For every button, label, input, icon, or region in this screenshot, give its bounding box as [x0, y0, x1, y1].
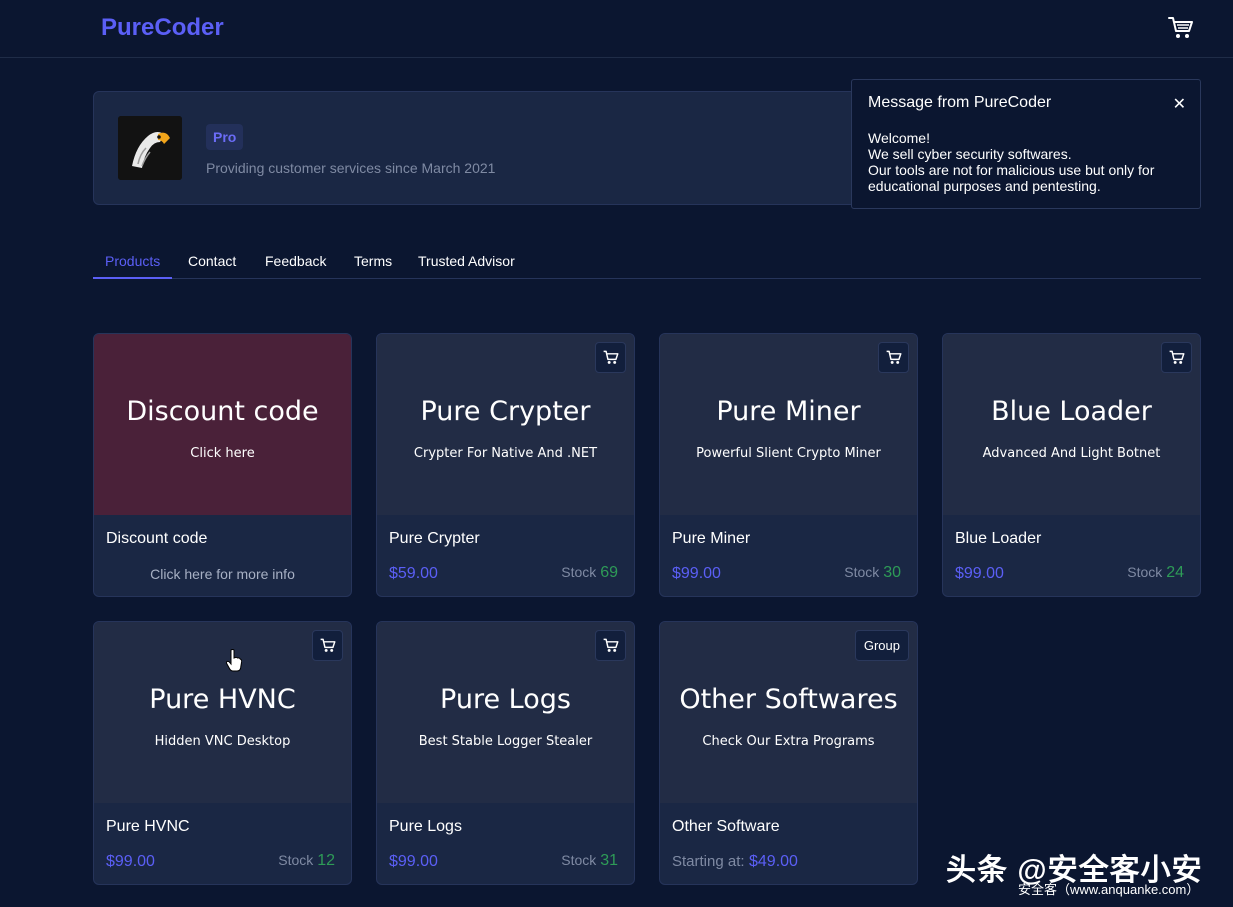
eagle-avatar	[118, 116, 182, 180]
hero-subtitle: Best Stable Logger Stealer	[418, 734, 593, 749]
message-toast: Message from PureCoder ✕ Welcome! We sel…	[851, 79, 1201, 209]
cart-icon	[1169, 350, 1185, 364]
hero-title: Pure Logs	[440, 684, 571, 715]
toast-line: Welcome!	[868, 130, 930, 146]
hero-title: Blue Loader	[991, 396, 1152, 427]
card-name: Pure Logs	[389, 818, 462, 835]
starting-price: Starting at: $49.00	[672, 853, 798, 871]
hero-subtitle: Powerful Slient Crypto Miner	[696, 446, 881, 461]
stock-info: Stock 69	[561, 564, 618, 582]
hero-title: Other Softwares	[679, 684, 898, 715]
card-price: $99.00	[106, 853, 155, 870]
hero-subtitle: Check Our Extra Programs	[702, 734, 875, 749]
product-card-pure-miner[interactable]: Pure Miner Powerful Slient Crypto Miner …	[659, 333, 918, 597]
top-bar: PureCoder	[0, 0, 1233, 58]
card-name: Blue Loader	[955, 530, 1042, 547]
card-price: $99.00	[389, 853, 438, 870]
toast-line: We sell cyber security softwares.	[868, 146, 1072, 162]
stock-label: Stock	[561, 564, 597, 580]
tab-products[interactable]: Products	[93, 253, 173, 279]
hero-title: Pure Crypter	[420, 396, 591, 427]
stock-info: Stock 12	[278, 852, 335, 870]
stock-count: 31	[600, 852, 618, 869]
product-card-pure-hvnc[interactable]: Pure HVNC Hidden VNC Desktop Pure HVNC $…	[93, 621, 352, 885]
stock-count: 30	[883, 564, 901, 581]
tab-terms[interactable]: Terms	[354, 253, 392, 277]
cart-icon	[603, 350, 619, 364]
starting-label: Starting at:	[672, 853, 745, 870]
stock-label: Stock	[1127, 564, 1163, 580]
stock-info: Stock 24	[1127, 564, 1184, 582]
toast-line: Our tools are not for malicious use but …	[868, 162, 1155, 194]
tab-contact[interactable]: Contact	[188, 253, 236, 277]
add-to-cart-button[interactable]	[312, 630, 343, 661]
stock-label: Stock	[561, 852, 597, 868]
pro-badge: Pro	[206, 124, 244, 150]
card-name: Pure HVNC	[106, 818, 190, 835]
cart-icon	[320, 638, 336, 652]
card-price: $99.00	[672, 565, 721, 582]
store-tabs: Products Contact Feedback Terms Trusted …	[93, 244, 1201, 279]
stock-label: Stock	[278, 852, 314, 868]
add-to-cart-button[interactable]	[595, 342, 626, 373]
cart-icon[interactable]	[1168, 16, 1194, 40]
card-name: Discount code	[106, 530, 208, 547]
card-name: Pure Crypter	[389, 530, 480, 547]
tab-trusted-advisor[interactable]: Trusted Advisor	[418, 253, 515, 277]
cart-icon	[886, 350, 902, 364]
hero-subtitle: Hidden VNC Desktop	[154, 734, 291, 749]
tab-feedback[interactable]: Feedback	[265, 253, 326, 277]
close-icon[interactable]: ✕	[1173, 94, 1186, 114]
price-value: $49.00	[749, 853, 798, 870]
hero-subtitle: Click here	[190, 446, 255, 461]
hero-subtitle: Advanced And Light Botnet	[982, 446, 1161, 461]
card-hero: Discount code Click here	[94, 334, 351, 515]
add-to-cart-button[interactable]	[595, 630, 626, 661]
card-price: $59.00	[389, 565, 438, 582]
add-to-cart-button[interactable]	[1161, 342, 1192, 373]
product-card-blue-loader[interactable]: Blue Loader Advanced And Light Botnet Bl…	[942, 333, 1201, 597]
product-card-pure-crypter[interactable]: Pure Crypter Crypter For Native And .NET…	[376, 333, 635, 597]
more-info-link[interactable]: Click here for more info	[94, 566, 351, 582]
stock-info: Stock 30	[844, 564, 901, 582]
watermark-url: 安全客（www.anquanke.com）	[1018, 882, 1200, 897]
product-card-discount[interactable]: Discount code Click here Discount code C…	[93, 333, 352, 597]
product-card-pure-logs[interactable]: Pure Logs Best Stable Logger Stealer Pur…	[376, 621, 635, 885]
product-card-other-software[interactable]: Other Softwares Check Our Extra Programs…	[659, 621, 918, 885]
card-name: Other Software	[672, 818, 780, 835]
hero-title: Discount code	[126, 396, 319, 427]
card-price: $99.00	[955, 565, 1004, 582]
stock-count: 69	[600, 564, 618, 581]
stock-info: Stock 31	[561, 852, 618, 870]
add-to-cart-button[interactable]	[878, 342, 909, 373]
toast-title: Message from PureCoder	[868, 94, 1052, 111]
cart-icon	[603, 638, 619, 652]
hero-subtitle: Crypter For Native And .NET	[413, 446, 598, 461]
hero-title: Pure Miner	[716, 396, 861, 427]
card-name: Pure Miner	[672, 530, 751, 547]
group-button[interactable]: Group	[854, 630, 909, 661]
toast-body: Welcome! We sell cyber security software…	[868, 130, 1184, 194]
stock-count: 24	[1166, 564, 1184, 581]
stock-count: 12	[317, 852, 335, 869]
site-logo[interactable]: PureCoder	[101, 14, 224, 42]
service-since-text: Providing customer services since March …	[206, 160, 496, 176]
eagle-icon	[118, 116, 182, 180]
hero-title: Pure HVNC	[149, 684, 296, 715]
stock-label: Stock	[844, 564, 880, 580]
hand-cursor-icon	[226, 649, 242, 672]
